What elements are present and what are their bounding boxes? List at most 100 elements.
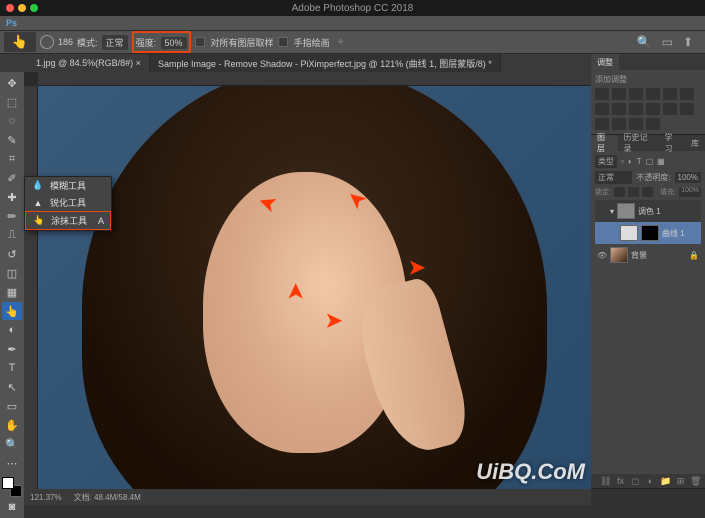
curves-thumbnail[interactable] — [620, 225, 638, 241]
annotation-arrow-icon: ➤ — [326, 308, 343, 333]
color-swatches[interactable] — [2, 477, 22, 497]
posterize-icon[interactable] — [595, 118, 609, 130]
pressure-icon[interactable]: ⌖ — [338, 36, 344, 49]
layer-mask-thumbnail[interactable] — [641, 225, 659, 241]
layer-name[interactable]: 调色 1 — [638, 206, 661, 217]
strength-input[interactable]: 50% — [161, 37, 187, 49]
ruler-horizontal[interactable] — [38, 72, 591, 86]
foreground-color-swatch[interactable] — [2, 477, 14, 489]
sample-all-checkbox[interactable] — [195, 37, 205, 47]
document-size[interactable]: 文档: 48.4M/58.4M — [74, 492, 141, 503]
history-brush-tool[interactable]: ↺ — [2, 245, 22, 263]
tab-document-2[interactable]: Sample Image - Remove Shadow - PiXimperf… — [150, 54, 501, 72]
layer-curves-1[interactable]: 曲线 1 — [595, 222, 701, 244]
share-icon[interactable]: ⬆ — [683, 35, 693, 49]
gradient-tool[interactable]: ▦ — [2, 283, 22, 301]
flyout-sharpen-tool[interactable]: ▲锐化工具 — [25, 194, 111, 211]
eraser-tool[interactable]: ◫ — [2, 264, 22, 282]
flyout-smudge-tool[interactable]: 👆涂抹工具A — [25, 211, 111, 230]
new-group-icon[interactable]: 📁 — [660, 476, 671, 486]
type-tool[interactable]: T — [2, 359, 22, 377]
filter-shape-icon[interactable]: ▢ — [646, 157, 654, 166]
fill-input[interactable]: 100% — [679, 187, 701, 197]
tool-preset-button[interactable]: 👆 — [4, 32, 36, 52]
edit-toolbar[interactable]: ⋯ — [2, 454, 22, 472]
mode-select[interactable]: 正常 — [102, 35, 128, 50]
levels-icon[interactable] — [612, 88, 626, 100]
ruler-vertical[interactable] — [24, 86, 38, 489]
lock-all-icon[interactable] — [642, 187, 653, 197]
visibility-toggle[interactable]: 👁 — [597, 251, 607, 260]
photo-filter-icon[interactable] — [629, 103, 643, 115]
hue-icon[interactable] — [680, 88, 694, 100]
zoom-tool[interactable]: 🔍 — [2, 435, 22, 453]
tab-adjustments[interactable]: 调整 — [591, 54, 619, 70]
vibrance-icon[interactable] — [663, 88, 677, 100]
filter-type-icon[interactable]: T — [637, 157, 642, 166]
workspace-icon[interactable]: ▭ — [662, 35, 673, 49]
crop-tool[interactable]: ⌗ — [2, 150, 22, 168]
link-layers-icon[interactable]: ⛓ — [600, 476, 611, 486]
tab-layers[interactable]: 图层 — [591, 135, 618, 151]
finger-paint-label: 手指绘画 — [294, 36, 330, 49]
brightness-icon[interactable] — [595, 88, 609, 100]
lock-position-icon[interactable] — [628, 187, 639, 197]
opacity-input[interactable]: 100% — [675, 172, 701, 183]
shape-tool[interactable]: ▭ — [2, 397, 22, 415]
hand-tool[interactable]: ✋ — [2, 416, 22, 434]
invert-icon[interactable] — [680, 103, 694, 115]
search-icon[interactable]: 🔍 — [637, 35, 652, 49]
dodge-tool[interactable]: ◐ — [2, 321, 22, 339]
filter-pixel-icon[interactable]: ▫ — [621, 157, 624, 166]
layer-thumbnail[interactable] — [610, 247, 628, 263]
finger-paint-checkbox[interactable] — [278, 37, 288, 47]
tab-learn[interactable]: 学习 — [659, 135, 686, 151]
threshold-icon[interactable] — [612, 118, 626, 130]
flyout-blur-tool[interactable]: 💧模糊工具 — [25, 177, 111, 194]
lasso-tool[interactable]: ◌ — [2, 112, 22, 130]
marquee-tool[interactable]: ⬚ — [2, 93, 22, 111]
blend-mode-select[interactable]: 正常 — [595, 171, 632, 184]
gradient-map-icon[interactable] — [629, 118, 643, 130]
eyedropper-tool[interactable]: ✐ — [2, 169, 22, 187]
chevron-down-icon[interactable]: ▾ — [610, 207, 614, 216]
brush-tool[interactable]: ✏ — [2, 207, 22, 225]
lock-pixels-icon[interactable] — [614, 187, 625, 197]
layer-style-icon[interactable]: fx — [615, 476, 626, 486]
new-layer-icon[interactable]: ⊞ — [675, 476, 686, 486]
path-select-tool[interactable]: ↖ — [2, 378, 22, 396]
layer-filter-select[interactable]: 类型 — [595, 155, 617, 168]
tool-flyout: 💧模糊工具 ▲锐化工具 👆涂抹工具A — [24, 176, 112, 231]
layer-name[interactable]: 曲线 1 — [662, 228, 685, 239]
tab-document-1[interactable]: 1.jpg @ 84.5%(RGB/8#) × — [28, 54, 150, 72]
selective-color-icon[interactable] — [646, 118, 660, 130]
healing-tool[interactable]: ✚ — [2, 188, 22, 206]
exposure-icon[interactable] — [646, 88, 660, 100]
layer-group-1[interactable]: ▾ 调色 1 — [595, 200, 701, 222]
document-image[interactable]: ➤ ➤ ➤ ➤ ➤ — [38, 86, 591, 489]
smudge-tool[interactable]: 👆 — [2, 302, 22, 320]
move-tool[interactable]: ✥ — [2, 74, 22, 92]
new-fill-icon[interactable]: ◐ — [645, 476, 656, 486]
brush-preview-icon[interactable] — [40, 35, 54, 49]
delete-layer-icon[interactable]: 🗑 — [690, 476, 701, 486]
zoom-level[interactable]: 121.37% — [30, 493, 62, 502]
tab-libraries[interactable]: 库 — [685, 135, 705, 151]
layer-background[interactable]: 👁 背景 🔒 — [595, 244, 701, 266]
quick-select-tool[interactable]: ✎ — [2, 131, 22, 149]
filter-smart-icon[interactable]: ▦ — [657, 157, 665, 166]
lookup-icon[interactable] — [663, 103, 677, 115]
tab-history[interactable]: 历史记录 — [618, 135, 659, 151]
stamp-tool[interactable]: ⎍ — [2, 226, 22, 244]
filter-adjust-icon[interactable]: ◐ — [628, 157, 633, 166]
bw-icon[interactable] — [612, 103, 626, 115]
ps-logo: Ps — [6, 18, 17, 28]
color-balance-icon[interactable] — [595, 103, 609, 115]
lock-icon[interactable]: 🔒 — [689, 251, 699, 260]
pen-tool[interactable]: ✒ — [2, 340, 22, 358]
layer-name[interactable]: 背景 — [631, 250, 647, 261]
channel-mixer-icon[interactable] — [646, 103, 660, 115]
layer-mask-icon[interactable]: ◻ — [630, 476, 641, 486]
curves-icon[interactable] — [629, 88, 643, 100]
quick-mask-tool[interactable]: ◙ — [2, 498, 22, 516]
